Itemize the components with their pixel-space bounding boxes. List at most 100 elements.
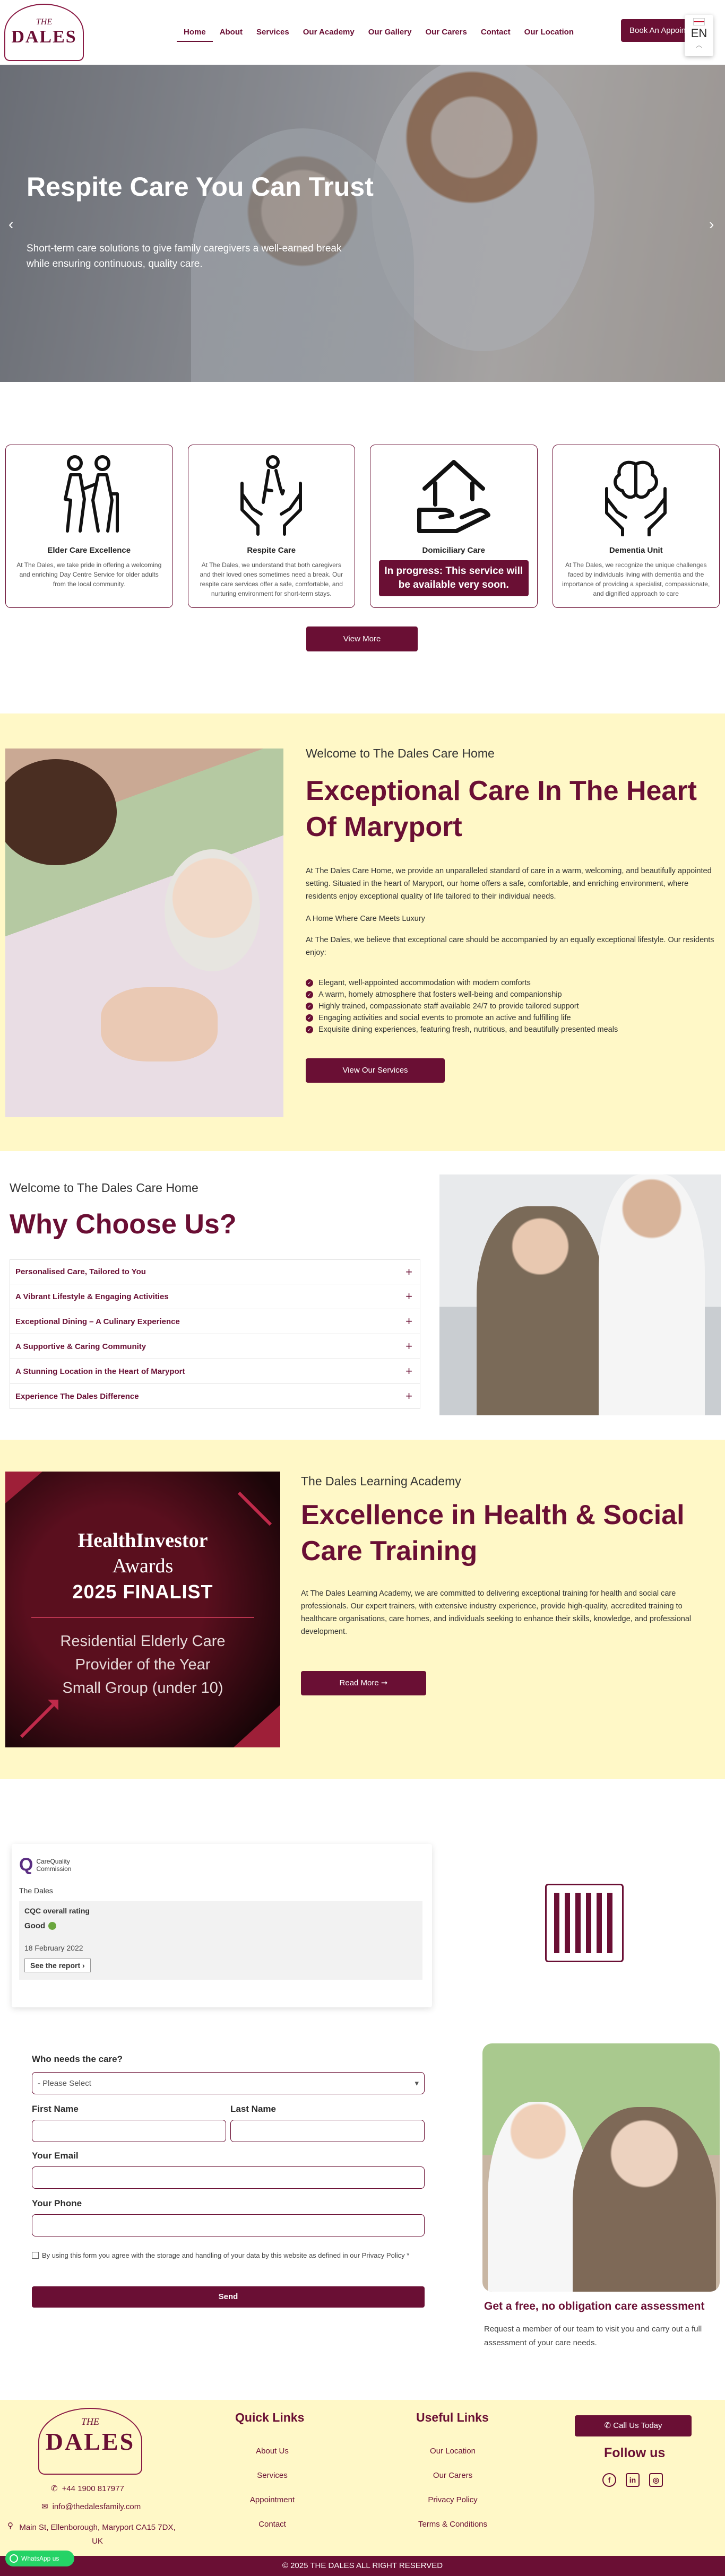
phone-label: Your Phone <box>32 2198 82 2208</box>
service-card-elder-care[interactable]: Elder Care Excellence At The Dales, we t… <box>5 445 173 608</box>
nav-location[interactable]: Our Location <box>517 23 581 42</box>
who-needs-care-select[interactable]: - Please Select ▾ <box>32 2072 425 2094</box>
logo-the: THE <box>36 18 53 27</box>
footer-link-about[interactable]: About Us <box>212 2447 332 2456</box>
logo-name: DALES <box>11 27 77 47</box>
welcome-paragraph-2: A Home Where Care Meets Luxury <box>306 915 425 923</box>
welcome-photo <box>5 749 283 1117</box>
footer-link-contact[interactable]: Contact <box>212 2520 332 2529</box>
who-needs-care-label: Who needs the care? <box>32 2054 123 2064</box>
chevron-up-icon: ︿ <box>695 41 702 49</box>
service-card-respite[interactable]: Respite Care At The Dales, we understand… <box>187 445 355 608</box>
consent-checkbox[interactable]: By using this form you agree with the st… <box>32 2250 425 2261</box>
nav-about[interactable]: About <box>213 23 249 42</box>
plus-icon: + <box>405 1364 412 1378</box>
footer-link-appointment[interactable]: Appointment <box>212 2495 332 2504</box>
assessment-text: Request a member of our team to visit yo… <box>484 2325 702 2347</box>
whatsapp-button[interactable]: WhatsApp us <box>5 2551 74 2566</box>
last-name-field[interactable] <box>230 2120 425 2142</box>
cqc-rating-label: CQC overall rating <box>24 1907 90 1915</box>
footer-link-location[interactable]: Our Location <box>393 2447 513 2456</box>
call-us-button[interactable]: ✆ Call Us Today <box>575 2415 692 2436</box>
cqc-logo: Q CareQuality Commission <box>19 1855 71 1875</box>
card-text: At The Dales, we understand that both ca… <box>200 561 343 597</box>
list-item: ✓ A warm, homely atmosphere that fosters … <box>306 989 618 1000</box>
nav-carers[interactable]: Our Carers <box>418 23 473 42</box>
service-card-dementia[interactable]: Dementia Unit At The Dales, we recognize… <box>552 445 720 608</box>
nav-contact[interactable]: Contact <box>474 23 517 42</box>
brain-in-hands-icon <box>596 451 676 536</box>
check-icon: ✓ <box>306 1003 313 1010</box>
first-name-label: First Name <box>32 2104 79 2114</box>
accordion-item[interactable]: A Supportive & Caring Community + <box>10 1334 420 1359</box>
hero-slider: Respite Care You Can Trust Short-term ca… <box>0 65 725 382</box>
footer-email[interactable]: ✉ info@thedalesfamily.com <box>41 2502 141 2512</box>
accordion-item[interactable]: Exceptional Dining – A Culinary Experien… <box>10 1309 420 1334</box>
location-pin-icon: ⚲ <box>7 2521 13 2530</box>
cqc-date: 18 February 2022 <box>24 1944 83 1952</box>
qr-code <box>545 1884 624 1962</box>
send-button[interactable]: Send <box>32 2286 425 2308</box>
email-field[interactable] <box>32 2166 425 2189</box>
rating-good-icon <box>48 1922 57 1930</box>
academy-text: At The Dales Learning Academy, we are co… <box>301 1589 692 1636</box>
card-title: Domiciliary Care <box>422 546 485 555</box>
academy-eyebrow: The Dales Learning Academy <box>301 1474 461 1488</box>
nav-gallery[interactable]: Our Gallery <box>361 23 419 42</box>
footer-link-carers[interactable]: Our Carers <box>393 2471 513 2480</box>
accordion-item[interactable]: Personalised Care, Tailored to You + <box>10 1259 420 1284</box>
read-more-button[interactable]: Read More ➞ <box>301 1671 426 1695</box>
welcome-eyebrow: Welcome to The Dales Care Home <box>306 746 495 760</box>
cqc-logo-mark: Q <box>19 1855 33 1875</box>
site-logo[interactable]: THE DALES <box>4 4 84 61</box>
accordion-item[interactable]: A Vibrant Lifestyle & Engaging Activitie… <box>10 1284 420 1309</box>
instagram-icon[interactable]: ◎ <box>649 2473 663 2487</box>
award-banner: HealthInvestor Awards 2025 FINALIST Resi… <box>5 1472 280 1747</box>
language-switcher[interactable]: EN ︿ <box>685 15 713 56</box>
slider-prev-button[interactable]: ‹ <box>8 216 13 233</box>
plus-icon: + <box>405 1290 412 1303</box>
why-title: Why Choose Us? <box>10 1209 237 1240</box>
elderly-couple-icon <box>49 451 129 536</box>
cqc-logo-line-2: Commission <box>36 1865 72 1873</box>
uk-flag-icon <box>693 18 705 25</box>
last-name-label: Last Name <box>230 2104 276 2114</box>
nav-academy[interactable]: Our Academy <box>296 23 361 42</box>
nav-home[interactable]: Home <box>177 23 213 42</box>
footer-link-services[interactable]: Services <box>212 2471 332 2480</box>
footer-logo[interactable]: THE DALES <box>38 2408 142 2475</box>
service-card-domiciliary[interactable]: Domiciliary Care In progress: This servi… <box>370 445 538 608</box>
linkedin-icon[interactable]: in <box>626 2473 640 2487</box>
welcome-feature-list: ✓ Elegant, well-appointed accommodation w… <box>306 977 618 1035</box>
follow-us-title: Follow us <box>604 2446 666 2460</box>
checkbox[interactable] <box>32 2252 39 2259</box>
first-name-field[interactable] <box>32 2120 226 2142</box>
footer-link-privacy[interactable]: Privacy Policy <box>393 2495 513 2504</box>
card-title: Dementia Unit <box>609 546 663 555</box>
list-item: ✓ Elegant, well-appointed accommodation w… <box>306 977 618 989</box>
hero-title: Respite Care You Can Trust <box>27 172 374 202</box>
see-report-link[interactable]: See the report › <box>24 1959 91 1972</box>
nav-services[interactable]: Services <box>249 23 296 42</box>
footer-link-terms[interactable]: Terms & Conditions <box>393 2520 513 2529</box>
assessment-title: Get a free, no obligation care assessmen… <box>484 2300 705 2312</box>
social-links: f in ◎ <box>602 2473 663 2487</box>
accordion-item[interactable]: Experience The Dales Difference + <box>10 1384 420 1409</box>
footer-address: ⚲ Main St, Ellenborough, Maryport CA15 7D… <box>7 2521 176 2546</box>
phone-icon: ✆ <box>51 2484 58 2493</box>
useful-links-title: Useful Links <box>416 2410 489 2424</box>
slider-next-button[interactable]: › <box>709 216 714 233</box>
accordion-item[interactable]: A Stunning Location in the Heart of Mary… <box>10 1359 420 1384</box>
view-services-button[interactable]: View Our Services <box>306 1058 445 1083</box>
facebook-icon[interactable]: f <box>602 2473 616 2487</box>
view-more-button[interactable]: View More <box>306 626 418 651</box>
why-photo <box>439 1174 721 1415</box>
list-item: ✓ Highly trained, compassionate staff ava… <box>306 1000 618 1012</box>
phone-field[interactable] <box>32 2214 425 2236</box>
footer-phone[interactable]: ✆ +44 1900 817977 <box>51 2484 124 2494</box>
plus-icon: + <box>405 1265 412 1278</box>
why-eyebrow: Welcome to The Dales Care Home <box>10 1181 198 1195</box>
care-assessment-photo <box>482 2043 720 2292</box>
check-icon: ✓ <box>306 979 313 987</box>
cqc-panel: CQC overall rating Good 18 February 2022… <box>19 1901 422 1980</box>
